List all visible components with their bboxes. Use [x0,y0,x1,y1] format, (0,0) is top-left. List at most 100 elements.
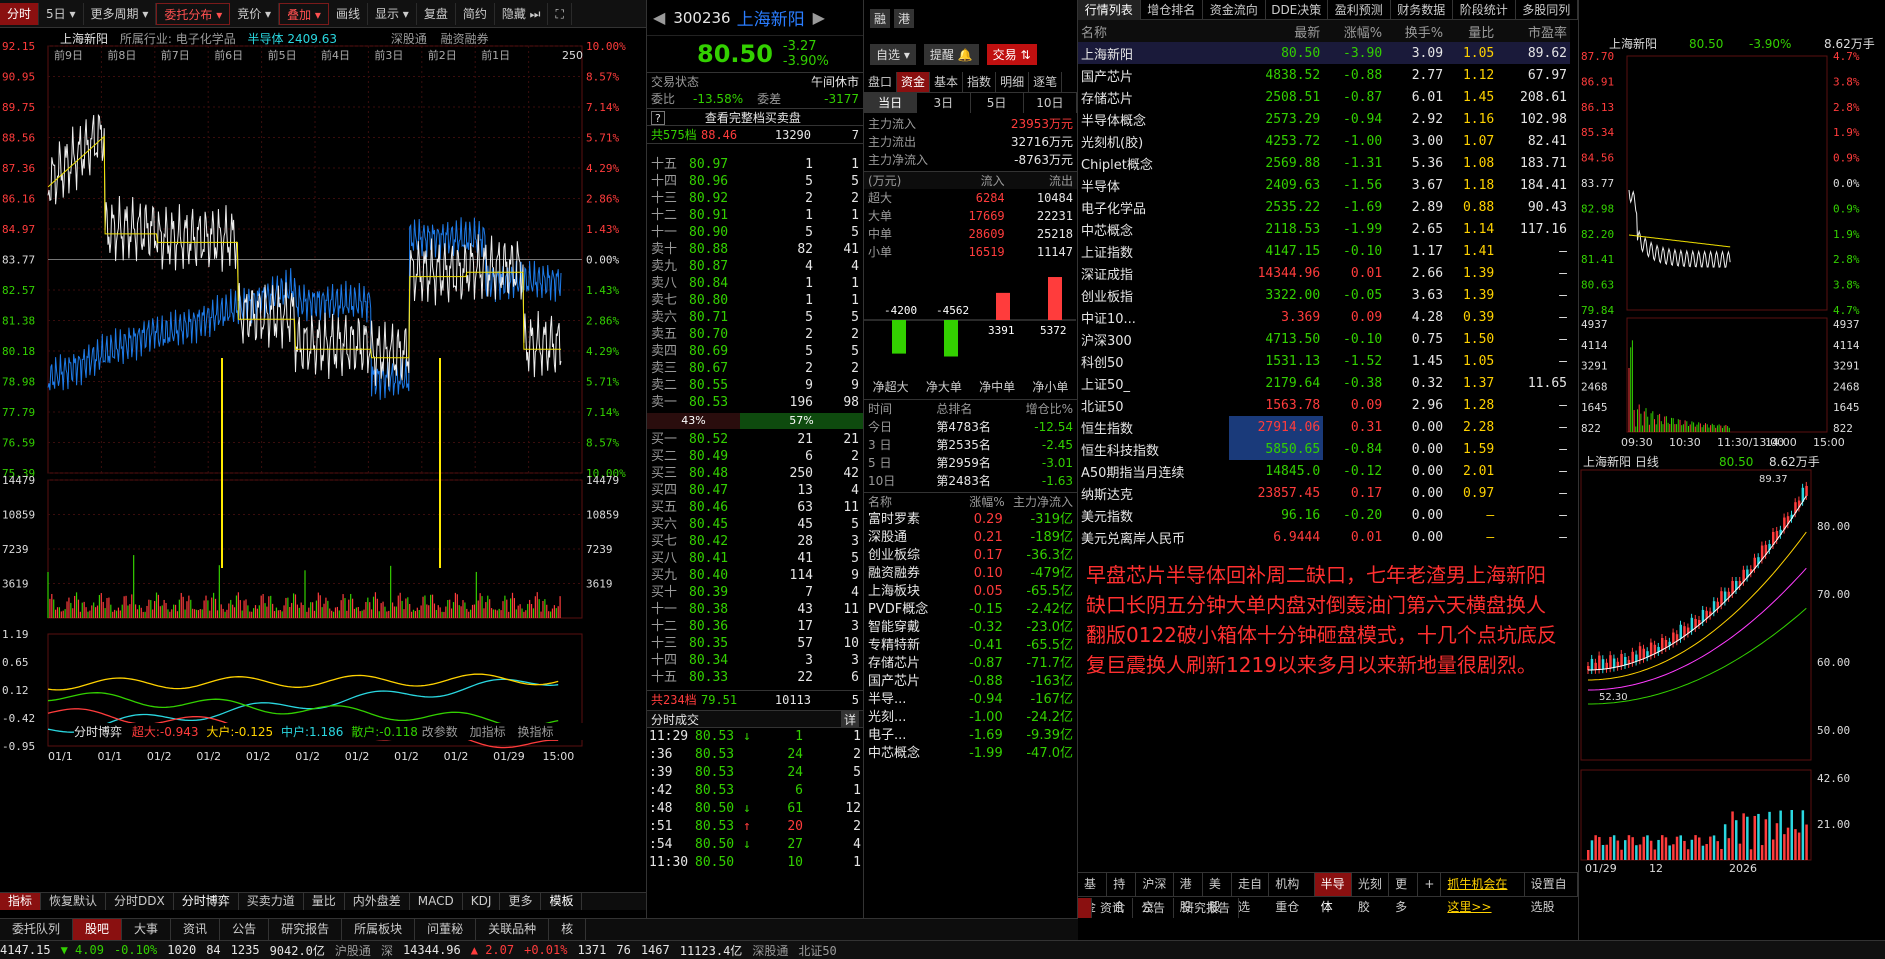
sector-name[interactable]: 国产芯片 [868,673,944,691]
sector-row[interactable]: 专精特新 -0.41 -65.5亿 [864,637,1077,655]
tab-reset[interactable]: 恢复默认 [41,893,107,910]
ask-row[interactable]: 卖一 80.53 196 98 [647,394,863,411]
full-book-link[interactable]: 查看完整档买卖盘 [705,109,801,125]
sector-name[interactable]: 富时罗素 [868,511,944,529]
trades-detail-button[interactable]: 详 [840,711,859,727]
ask-row[interactable]: 十四 80.96 5 5 [647,173,863,190]
quote-row[interactable]: 北证50 1563.78 0.09 2.96 1.28 — [1078,394,1570,416]
quote-head-cell[interactable]: 市盈率 [1497,20,1570,42]
list-bottom-tab-1[interactable]: 持仓 [1107,873,1137,914]
ask-price[interactable]: 80.87 [689,258,749,275]
ask-row[interactable]: 卖六 80.71 5 5 [647,309,863,326]
list-bottom-tab-10[interactable]: + [1418,873,1442,896]
bid-price[interactable]: 80.35 [689,635,749,652]
announce-tab[interactable]: 公告 [1133,897,1175,918]
ask-price[interactable]: 80.71 [689,309,749,326]
bottom-tab-3[interactable]: 资讯 [171,919,221,940]
list-tab-7[interactable]: 多股同列 [1516,0,1578,20]
list-tab-3[interactable]: DDE决策 [1266,0,1328,20]
list-bottom-tab-9[interactable]: 更多 [1389,873,1419,914]
quote-row[interactable]: 科创50 1531.13 -1.52 1.45 1.05 — [1078,350,1570,372]
bid-row[interactable]: 买九 80.40 114 9 [647,567,863,584]
quote-row[interactable]: 上证指数 4147.15 -0.10 1.17 1.41 — [1078,240,1570,262]
bid-price[interactable]: 80.52 [689,431,749,448]
quote-row[interactable]: 上海新阳 80.50 -3.90 3.09 1.05 89.62 [1078,42,1570,64]
replay-button[interactable]: 复盘 [417,2,456,25]
list-tab-0[interactable]: 行情列表 [1078,0,1141,20]
ask-price[interactable]: 80.53 [689,394,749,411]
full-book-row[interactable]: ? 查看完整档买卖盘 [647,108,863,126]
period-intraday-button[interactable]: 分时 [0,2,40,25]
tab-force[interactable]: 买卖力道 [239,893,304,910]
hide-button[interactable]: 隐藏 ⏭ [495,2,549,25]
period-5day-button[interactable]: 5日 ▾ [39,2,84,25]
bid-price[interactable]: 80.38 [689,601,749,618]
bottom-tab-4[interactable]: 公告 [220,919,270,940]
sector-name[interactable]: 中芯概念 [868,745,944,763]
quote-name[interactable]: 半导体概念 [1078,108,1229,130]
sector-row[interactable]: 融资融券 0.10 -479亿 [864,565,1077,583]
add-watchlist-button[interactable]: 自选 ▾ [870,43,916,65]
fund-subtab-0[interactable]: 当日 [864,93,918,113]
quote-name[interactable]: 北证50 [1078,394,1229,416]
quote-row[interactable]: 光刻机(胶) 4253.72 -1.00 3.00 1.07 82.41 [1078,130,1570,152]
bid-price[interactable]: 80.46 [689,499,749,516]
quote-row[interactable]: 存储芯片 2508.51 -0.87 6.01 1.45 208.61 [1078,86,1570,108]
sector-row[interactable]: 富时罗素 0.29 -319亿 [864,511,1077,529]
bid-row[interactable]: 买七 80.42 28 3 [647,533,863,550]
bid-row[interactable]: 买二 80.49 6 2 [647,448,863,465]
list-bottom-tab-0[interactable]: 基金 [1078,873,1108,914]
quote-name[interactable]: 美元指数 [1078,504,1229,526]
quote-name[interactable]: 上海新阳 [1078,42,1229,64]
quote-name[interactable]: A50期指当月连续 [1078,460,1229,482]
bid-price[interactable]: 80.40 [689,567,749,584]
sector-name[interactable]: 光刻... [868,709,944,727]
sector-row[interactable]: 国产芯片 -0.88 -163亿 [864,673,1077,691]
sector-name[interactable]: 深股通 [868,529,944,547]
overlay-button[interactable]: 叠加 ▾ [279,2,329,25]
tab-inout[interactable]: 内外盘差 [345,893,410,910]
quote-row[interactable]: 上证50_ 2179.64 -0.38 0.32 1.37 11.65 [1078,372,1570,394]
sector-row[interactable]: 电子... -1.69 -9.39亿 [864,727,1077,745]
remind-button[interactable]: 提醒 🔔 [923,43,979,65]
mini-charts[interactable]: 上海新阳 80.50 -3.90% 8.62万手 87.70 4.7% 86.91 3.8% 8… [1579,0,1885,900]
sector-row[interactable]: 深股通 0.21 -189亿 [864,529,1077,547]
list-tab-1[interactable]: 增仓排名 [1141,0,1203,20]
list-bottom-tab-11[interactable]: 抓牛机会在这里>> [1441,873,1525,914]
bid-price[interactable]: 80.48 [689,465,749,482]
quote-head-cell[interactable]: 换手% [1385,20,1447,42]
fund-tab-4[interactable]: 明细 [996,72,1030,92]
list-bottom-tab-3[interactable]: 港股 [1174,873,1203,914]
tab-kdj[interactable]: KDJ [463,893,501,910]
sector-name[interactable]: 半导... [868,691,944,709]
fund-tab-1[interactable]: 资金 [897,72,931,92]
quote-name[interactable]: 上证指数 [1078,240,1229,262]
quote-name[interactable]: 中芯概念 [1078,218,1229,240]
sector-row[interactable]: 创业板综 0.17 -36.3亿 [864,547,1077,565]
fund-subtab-2[interactable]: 5日 [971,93,1024,113]
quote-row[interactable]: 沪深300 4713.50 -0.10 0.75 1.50 — [1078,328,1570,350]
quote-row[interactable]: 电子化学品 2535.22 -1.69 2.89 0.88 90.43 [1078,196,1570,218]
quote-name[interactable]: 中证10... [1078,306,1229,328]
quote-row[interactable]: Chiplet概念 2569.88 -1.31 5.36 1.08 183.71 [1078,152,1570,174]
quote-name[interactable]: 恒生指数 [1078,416,1229,438]
ask-price[interactable]: 80.97 [689,156,749,173]
ask-price[interactable]: 80.84 [689,275,749,292]
ask-row[interactable]: 卖八 80.84 1 1 [647,275,863,292]
bid-row[interactable]: 买五 80.46 63 11 [647,499,863,516]
list-tab-6[interactable]: 阶段统计 [1453,0,1516,20]
edit-params-button[interactable]: 改参数 [422,725,458,739]
quote-name[interactable]: 科创50 [1078,350,1229,372]
news-tab[interactable]: 资讯 [1092,897,1134,918]
bid-price[interactable]: 80.42 [689,533,749,550]
ask-row[interactable]: 卖二 80.55 9 9 [647,377,863,394]
bid-price[interactable]: 80.34 [689,652,749,669]
quote-row[interactable]: 国产芯片 4838.52 -0.88 2.77 1.12 67.97 [1078,64,1570,86]
ask-row[interactable]: 卖五 80.70 2 2 [647,326,863,343]
tab-game[interactable]: 分时博弈 [174,893,239,910]
quote-name[interactable]: 纳斯达克 [1078,482,1229,504]
sector-name[interactable]: 电子... [868,727,944,745]
bid-row[interactable]: 买六 80.45 45 5 [647,516,863,533]
sector-row[interactable]: 光刻... -1.00 -24.2亿 [864,709,1077,727]
sector-row[interactable]: 中芯概念 -1.99 -47.0亿 [864,745,1077,763]
